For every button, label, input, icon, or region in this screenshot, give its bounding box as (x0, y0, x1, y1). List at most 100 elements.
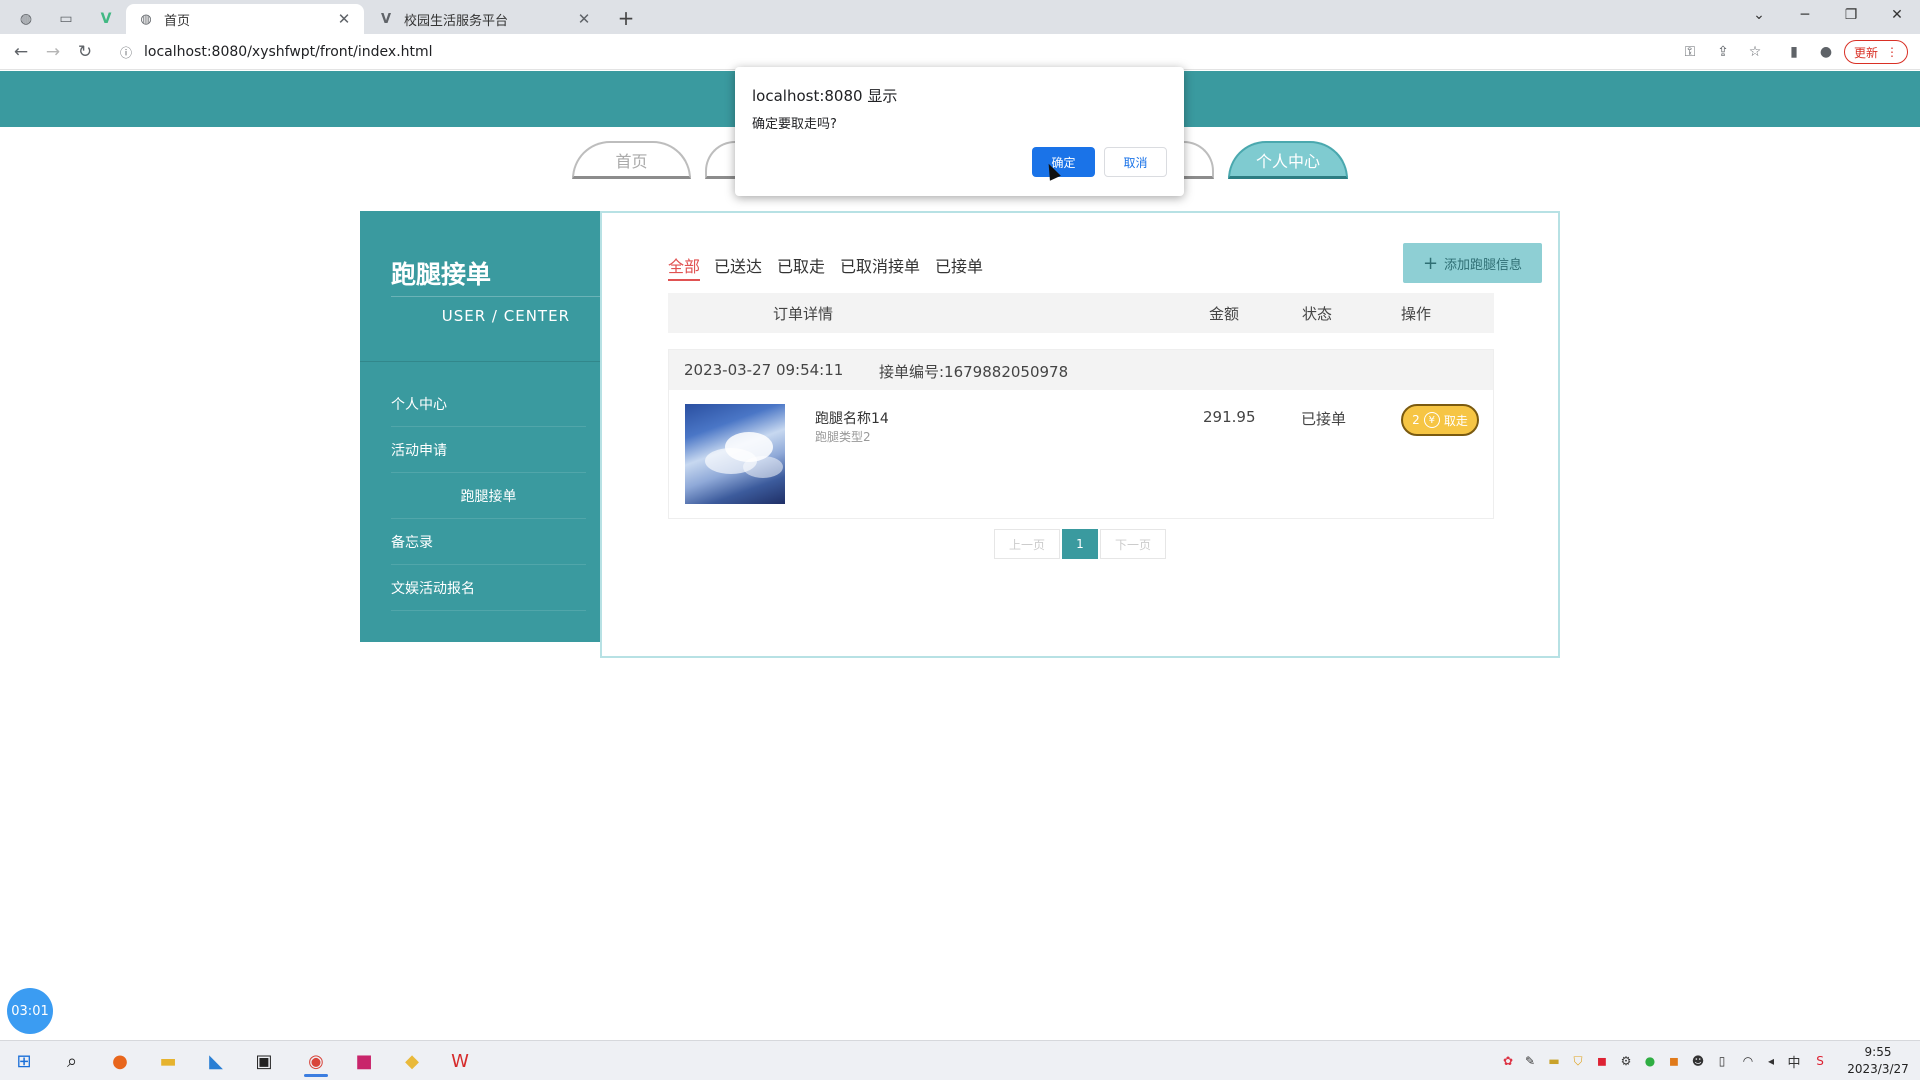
windows-start-icon[interactable]: ⊞ (4, 1045, 44, 1077)
pinned-tab-vue-logo-icon[interactable]: V (88, 4, 124, 34)
taskbar-clock[interactable]: 9:55 2023/3/27 (1840, 1044, 1916, 1078)
tab-title: 校园生活服务平台 (404, 13, 509, 29)
nav-tab-personal-center[interactable]: 个人中心 (1228, 141, 1348, 179)
sidebar-item-memo[interactable]: 备忘录 (391, 519, 586, 565)
chrome-icon[interactable]: ◉ (296, 1045, 336, 1077)
confirm-dialog: localhost:8080 显示 确定要取走吗? 确定 取消 (735, 67, 1184, 196)
sidebar-title: 跑腿接单 (391, 260, 492, 289)
order-thumbnail-image[interactable] (685, 404, 785, 504)
volume-icon[interactable]: ◂ (1763, 1053, 1779, 1069)
header-amount: 金额 (1209, 305, 1240, 323)
globe-icon: ◍ (140, 11, 152, 27)
order-item-name[interactable]: 跑腿名称14 (815, 408, 889, 428)
firefox-icon[interactable]: ● (100, 1045, 140, 1077)
orders-panel: 全部 已送达 已取走 已取消接单 已接单 + 添加跑腿信息 订单详情 金额 状态… (600, 211, 1560, 658)
pinned-tab-blank-icon[interactable]: ▭ (48, 4, 84, 34)
take-order-button[interactable]: 2 ¥ 取走 (1401, 404, 1479, 436)
vscode-icon[interactable]: ◣ (196, 1045, 236, 1077)
header-action: 操作 (1401, 305, 1432, 323)
search-icon[interactable]: ⌕ (52, 1045, 92, 1077)
nav-tab-label: 首页 (615, 151, 648, 171)
order-time: 2023-03-27 09:54:11 (684, 361, 844, 379)
forward-arrow-icon[interactable]: → (40, 39, 66, 65)
back-arrow-icon[interactable]: ← (8, 39, 34, 65)
dialog-cancel-button[interactable]: 取消 (1104, 147, 1167, 177)
share-icon[interactable]: ⇪ (1713, 42, 1733, 62)
dialog-title: localhost:8080 显示 (752, 87, 898, 105)
sidebar-item-errand-orders[interactable]: 跑腿接单 (391, 473, 586, 519)
wifi-icon[interactable]: ◠ (1740, 1053, 1756, 1069)
prev-page-button[interactable]: 上一页 (994, 529, 1060, 559)
filter-tab-accepted[interactable]: 已接单 (935, 253, 983, 277)
terminal-icon[interactable]: ▣ (244, 1045, 284, 1077)
tray-pen-icon[interactable]: ✎ (1522, 1053, 1538, 1069)
close-window-button[interactable]: ✕ (1874, 0, 1920, 30)
qq-icon[interactable]: ☻ (1690, 1053, 1706, 1069)
tray-shield-icon[interactable]: ⛉ (1570, 1053, 1586, 1069)
nav-tab-hidden-left[interactable] (705, 141, 735, 179)
filter-tab-delivered[interactable]: 已送达 (714, 253, 762, 277)
more-menu-icon: ⋮ (1886, 45, 1898, 59)
close-icon[interactable]: ✕ (576, 10, 592, 28)
file-explorer-icon[interactable]: ▬ (148, 1045, 188, 1077)
nav-tab-label: 个人中心 (1255, 151, 1320, 171)
vue-logo-icon: V (380, 11, 392, 27)
add-errand-button[interactable]: + 添加跑腿信息 (1403, 243, 1542, 283)
yen-coin-icon: ¥ (1423, 412, 1440, 428)
tray-red-app-icon[interactable]: ◼ (1594, 1053, 1610, 1069)
tray-gear-icon[interactable]: ⚙ (1618, 1053, 1634, 1069)
order-item-type: 跑腿类型2 (815, 430, 871, 444)
wechat-icon[interactable]: ● (1642, 1053, 1658, 1069)
order-card: 2023-03-27 09:54:11 接单编号:1679882050978 跑… (668, 349, 1494, 519)
header-status: 状态 (1302, 305, 1333, 323)
order-status: 已接单 (1301, 410, 1347, 428)
minimize-button[interactable]: ─ (1782, 0, 1828, 30)
wps-icon[interactable]: W (440, 1045, 480, 1077)
clock-time: 9:55 (1864, 1045, 1892, 1059)
restore-button[interactable]: ❐ (1828, 0, 1874, 30)
profile-icon[interactable]: ● (1816, 42, 1836, 62)
new-tab-button[interactable]: + (612, 4, 640, 32)
plus-icon: + (1422, 252, 1439, 274)
dialog-message: 确定要取走吗? (752, 117, 837, 132)
close-icon[interactable]: ✕ (336, 10, 352, 28)
sogou-input-icon[interactable]: S (1812, 1053, 1828, 1069)
tab-home[interactable]: ◍ 首页 ✕ (126, 4, 364, 34)
intellij-icon[interactable]: ■ (344, 1045, 384, 1077)
usb-icon[interactable]: ▯ (1714, 1053, 1730, 1069)
filter-tab-all[interactable]: 全部 (668, 253, 701, 281)
clock-date: 2023/3/27 (1847, 1062, 1909, 1076)
recording-timer[interactable]: 03:01 (7, 988, 53, 1034)
user-center-sidebar: 跑腿接单 USER / CENTER 个人中心 活动申请 跑腿接单 备忘录 文娱… (360, 211, 600, 642)
tab-title: 首页 (164, 13, 191, 29)
site-info-icon[interactable]: ⓘ (114, 44, 138, 61)
pinned-tab-globe-icon[interactable]: ◍ (8, 4, 44, 34)
nav-tab-hidden-right[interactable] (1184, 141, 1214, 179)
filter-tab-cancelled[interactable]: 已取消接单 (840, 253, 920, 277)
star-icon[interactable]: ☆ (1745, 42, 1765, 62)
side-panel-icon[interactable]: ▮ (1784, 42, 1804, 62)
next-page-button[interactable]: 下一页 (1100, 529, 1166, 559)
update-button[interactable]: 更新 ⋮ (1844, 40, 1908, 64)
reload-icon[interactable]: ↻ (72, 39, 98, 65)
tray-orange-app-icon[interactable]: ◼ (1666, 1053, 1682, 1069)
ime-indicator[interactable]: 中 (1786, 1053, 1802, 1071)
windows-taskbar: ⊞ ⌕ ● ▬ ◣ ▣ ◉ ■ ◆ W ✿ ✎ ▬ ⛉ ◼ ⚙ ● ◼ ☻ ▯ … (0, 1040, 1920, 1080)
filter-tab-picked-up[interactable]: 已取走 (777, 253, 825, 277)
order-table-header: 订单详情 金额 状态 操作 (668, 293, 1494, 333)
tab-campus-platform[interactable]: V 校园生活服务平台 ✕ (366, 4, 604, 34)
key-icon[interactable]: ⚿ (1680, 42, 1700, 62)
navicat-icon[interactable]: ◆ (392, 1045, 432, 1077)
sidebar-subtitle: USER / CENTER (441, 307, 570, 325)
nav-tab-home[interactable]: 首页 (572, 141, 691, 179)
dialog-ok-button[interactable]: 确定 (1032, 147, 1095, 177)
address-bar[interactable]: ⓘ localhost:8080/xyshfwpt/front/index.ht… (110, 37, 1670, 67)
tab-search-chevron-icon[interactable]: ⌄ (1736, 0, 1782, 30)
sidebar-item-activity-apply[interactable]: 活动申请 (391, 427, 586, 473)
tray-app-icon[interactable]: ✿ (1500, 1053, 1516, 1069)
sidebar-item-activity-signup[interactable]: 文娱活动报名 (391, 565, 586, 611)
sidebar-item-personal-center[interactable]: 个人中心 (391, 381, 586, 427)
tray-folder-icon[interactable]: ▬ (1546, 1053, 1562, 1069)
page-1-button[interactable]: 1 (1062, 529, 1098, 559)
add-errand-label: 添加跑腿信息 (1444, 257, 1523, 273)
